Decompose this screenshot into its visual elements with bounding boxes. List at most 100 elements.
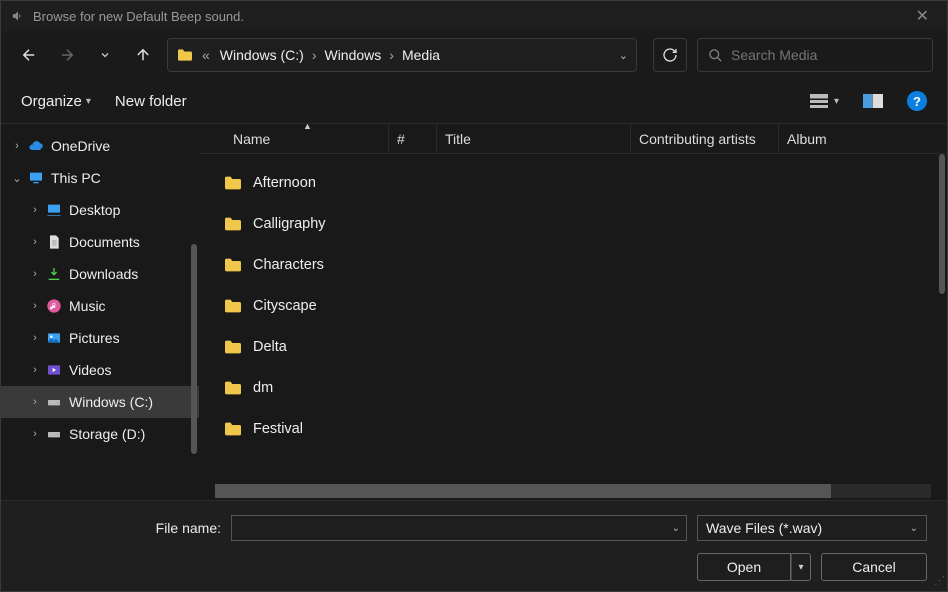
cancel-button[interactable]: Cancel — [821, 553, 927, 581]
preview-pane-button[interactable] — [863, 94, 883, 108]
column-title[interactable]: Title — [437, 124, 631, 153]
expand-caret[interactable]: › — [29, 332, 41, 344]
sidebar-scrollbar[interactable] — [191, 244, 197, 454]
list-view-icon — [810, 94, 828, 108]
tree-label: Downloads — [69, 266, 138, 282]
file-row[interactable]: Delta — [215, 326, 947, 367]
sort-ascending-icon: ▲ — [303, 123, 312, 131]
folder-icon — [176, 48, 194, 62]
file-list-view: Name ▲ # Title Contributing artists Albu… — [199, 124, 947, 500]
breadcrumb-segment[interactable]: Media — [398, 45, 444, 65]
tree-item-windows-c-[interactable]: › Windows (C:) — [1, 386, 199, 418]
tree-label: Desktop — [69, 202, 120, 218]
close-icon[interactable]: ✕ — [908, 4, 937, 28]
tree-item-videos[interactable]: ›Videos — [1, 354, 199, 386]
organize-menu[interactable]: Organize ▾ — [21, 93, 91, 110]
breadcrumb-segment[interactable]: Windows (C:) — [216, 45, 308, 65]
new-folder-button[interactable]: New folder — [115, 93, 187, 110]
tree-label: Pictures — [69, 330, 120, 346]
file-row[interactable]: Afternoon — [215, 162, 947, 203]
window-title: Browse for new Default Beep sound. — [33, 9, 908, 24]
search-input[interactable] — [731, 47, 922, 63]
expand-caret[interactable]: › — [29, 300, 41, 312]
folder-icon — [223, 339, 243, 355]
column-artists[interactable]: Contributing artists — [631, 124, 779, 153]
file-name: Delta — [253, 339, 287, 355]
videos-icon — [45, 362, 63, 378]
download-icon — [45, 266, 63, 282]
chevron-down-icon[interactable]: ⌄ — [668, 523, 680, 534]
expand-caret[interactable]: › — [29, 204, 41, 216]
tree-item-onedrive[interactable]: › OneDrive — [1, 130, 199, 162]
recent-locations-button[interactable] — [91, 41, 119, 69]
tree-label: Documents — [69, 234, 140, 250]
file-row[interactable]: dm — [215, 367, 947, 408]
pictures-icon — [45, 330, 63, 346]
column-name[interactable]: Name ▲ — [225, 124, 389, 153]
folder-icon — [223, 380, 243, 396]
expand-caret[interactable]: › — [29, 364, 41, 376]
tree-item-documents[interactable]: › Documents — [1, 226, 199, 258]
tree-label: Music — [69, 298, 106, 314]
expand-caret[interactable]: › — [29, 268, 41, 280]
folder-icon — [223, 257, 243, 273]
search-box[interactable] — [697, 38, 933, 72]
folder-icon — [223, 421, 243, 437]
expand-caret[interactable]: › — [29, 396, 41, 408]
chevron-right-icon: › — [387, 47, 396, 63]
expand-caret[interactable]: › — [29, 428, 41, 440]
file-name: Afternoon — [253, 175, 316, 191]
address-bar[interactable]: « Windows (C:) › Windows › Media ⌄ — [167, 38, 637, 72]
doc-icon — [45, 234, 63, 250]
file-row[interactable]: Calligraphy — [215, 203, 947, 244]
resize-grip[interactable]: ⋰ — [934, 574, 943, 587]
back-button[interactable] — [15, 41, 43, 69]
chevron-right-icon: › — [310, 47, 319, 63]
column-number[interactable]: # — [389, 124, 437, 153]
tree-item-music[interactable]: › Music — [1, 290, 199, 322]
file-row[interactable]: Characters — [215, 244, 947, 285]
forward-button[interactable] — [53, 41, 81, 69]
expand-caret[interactable]: › — [11, 140, 23, 152]
breadcrumb: Windows (C:) › Windows › Media — [216, 45, 444, 65]
tree-item-downloads[interactable]: › Downloads — [1, 258, 199, 290]
tree-item-storage-d-[interactable]: ›Storage (D:) — [1, 418, 199, 450]
vertical-scrollbar[interactable] — [939, 154, 945, 294]
filename-input[interactable] — [238, 521, 668, 536]
open-dropdown[interactable]: ▾ — [791, 553, 811, 581]
column-headers: Name ▲ # Title Contributing artists Albu… — [199, 124, 947, 154]
tree-label: OneDrive — [51, 138, 110, 154]
file-name: dm — [253, 380, 273, 396]
drive-icon — [45, 426, 63, 442]
filename-combobox[interactable]: ⌄ — [231, 515, 687, 541]
expand-caret[interactable]: ⌄ — [11, 172, 23, 185]
horizontal-scrollbar[interactable] — [215, 484, 931, 498]
chevron-left-icon[interactable]: « — [200, 47, 212, 63]
refresh-button[interactable] — [653, 38, 687, 72]
chevron-down-icon: ⌄ — [906, 523, 918, 534]
up-button[interactable] — [129, 41, 157, 69]
navigation-bar: « Windows (C:) › Windows › Media ⌄ — [1, 31, 947, 79]
cloud-icon — [27, 138, 45, 154]
breadcrumb-segment[interactable]: Windows — [320, 45, 385, 65]
open-split-button[interactable]: Open ▾ — [697, 553, 811, 581]
help-button[interactable]: ? — [907, 91, 927, 111]
tree-label: Windows (C:) — [69, 394, 153, 410]
sound-icon — [11, 9, 25, 23]
tree-item-this-pc[interactable]: ⌄This PC — [1, 162, 199, 194]
tree-item-desktop[interactable]: › Desktop — [1, 194, 199, 226]
file-row[interactable]: Festival — [215, 408, 947, 449]
expand-caret[interactable]: › — [29, 236, 41, 248]
folder-icon — [223, 216, 243, 232]
address-dropdown[interactable]: ⌄ — [619, 49, 628, 62]
tree-item-pictures[interactable]: › Pictures — [1, 322, 199, 354]
titlebar: Browse for new Default Beep sound. ✕ — [1, 1, 947, 31]
open-button[interactable]: Open — [697, 553, 791, 581]
file-type-filter[interactable]: Wave Files (*.wav) ⌄ — [697, 515, 927, 541]
file-row[interactable]: Cityscape — [215, 285, 947, 326]
folder-icon — [223, 298, 243, 314]
desktop-icon — [45, 202, 63, 218]
column-album[interactable]: Album — [779, 124, 947, 153]
toolbar: Organize ▾ New folder ▾ ? — [1, 79, 947, 123]
view-mode-button[interactable]: ▾ — [810, 94, 839, 108]
